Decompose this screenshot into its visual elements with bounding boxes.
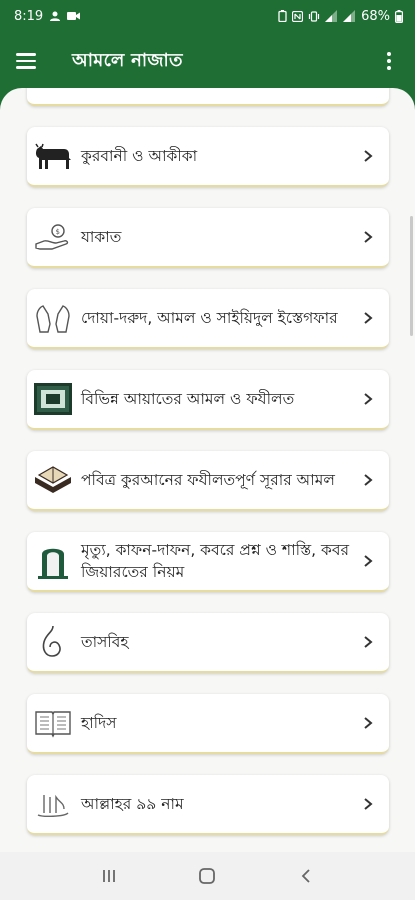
hamburger-icon-line — [16, 66, 36, 69]
list-item-label: যাকাত — [81, 228, 122, 246]
nfc-icon — [292, 10, 304, 22]
zakat-hand-coin-icon: $ — [33, 217, 73, 257]
list-item-label: বিভিন্ন আয়াতের আমল ও ফযীলত — [81, 390, 295, 408]
back-icon — [301, 869, 310, 883]
list-item-zakat[interactable]: $ যাকাত — [27, 208, 389, 268]
list-item-tasbih[interactable]: তাসবিহ — [27, 613, 389, 673]
open-quran-icon — [33, 460, 73, 500]
chevron-right-icon — [364, 798, 373, 810]
recent-apps-button[interactable] — [89, 856, 129, 896]
book-icon — [33, 703, 73, 743]
list-item-hadis[interactable]: হাদিস — [27, 694, 389, 754]
home-button[interactable] — [187, 856, 227, 896]
more-vert-icon-dot — [387, 66, 391, 70]
chevron-right-icon — [364, 231, 373, 243]
tasbih-icon — [33, 622, 73, 662]
list-item-allah-names[interactable]: আল্লাহর ৯৯ নাম — [27, 775, 389, 835]
status-bar: 8:19 68% — [0, 0, 415, 32]
signal-icon — [343, 10, 356, 22]
scrollbar[interactable] — [410, 216, 413, 336]
video-icon — [67, 12, 81, 20]
more-options-button[interactable] — [379, 49, 399, 73]
account-icon — [50, 11, 61, 21]
list-item-label: আল্লাহর ৯৯ নাম — [81, 795, 184, 813]
more-vert-icon-dot — [387, 59, 391, 63]
vibrate-icon — [308, 10, 320, 22]
list-item-label: দোয়া-দরুদ, আমল ও সাইয়িদুল ইস্তেগফার — [81, 309, 338, 327]
hamburger-icon — [16, 53, 36, 56]
chevron-right-icon — [364, 312, 373, 324]
list-item-qurbani[interactable]: কুরবানী ও আকীকা — [27, 127, 389, 187]
hamburger-icon-line — [16, 59, 36, 63]
list-item-label: হাদিস — [81, 714, 117, 732]
more-vert-icon — [387, 52, 391, 56]
list-item-surah[interactable]: পবিত্র কুরআনের ফযীলতপূর্ণ সূরার আমল — [27, 451, 389, 511]
battery-saver-icon — [278, 10, 287, 22]
battery-percent: 68% — [361, 8, 390, 24]
allah-calligraphy-icon — [33, 784, 73, 824]
system-nav-bar — [0, 852, 415, 900]
list-item-ayat[interactable]: বিভিন্ন আয়াতের আমল ও ফযীলত — [27, 370, 389, 430]
chevron-right-icon — [364, 393, 373, 405]
chevron-right-icon — [364, 555, 373, 567]
list-item-dua[interactable]: দোয়া-দরুদ, আমল ও সাইয়িদুল ইস্তেগফার — [27, 289, 389, 349]
menu-button[interactable] — [16, 49, 40, 73]
list-item-partial[interactable] — [27, 88, 389, 106]
recent-apps-icon — [103, 870, 116, 882]
list-item-label: কুরবানী ও আকীকা — [81, 147, 198, 165]
menu-list: কুরবানী ও আকীকা $ যাকাত দোয়া-দরুদ, আমল … — [0, 88, 415, 852]
list-item-label: মৃত্যু, কাফন-দাফন, কবরে প্রশ্ন ও শাস্তি,… — [81, 541, 350, 581]
list-item-death[interactable]: মৃত্যু, কাফন-দাফন, কবরে প্রশ্ন ও শাস্তি,… — [27, 532, 389, 592]
app-bar: আমলে নাজাত — [0, 32, 415, 90]
list-item-label: পবিত্র কুরআনের ফযীলতপূর্ণ সূরার আমল — [81, 471, 335, 489]
kaaba-frame-icon — [33, 379, 73, 419]
chevron-right-icon — [364, 636, 373, 648]
status-time: 8:19 — [14, 8, 44, 24]
chevron-right-icon — [364, 474, 373, 486]
praying-hands-icon — [33, 298, 73, 338]
app-title: আমলে নাজাত — [72, 49, 183, 71]
chevron-right-icon — [364, 717, 373, 729]
grave-icon — [33, 541, 73, 581]
cow-icon — [33, 136, 73, 176]
battery-icon — [395, 9, 403, 23]
list-item-label: তাসবিহ — [81, 633, 129, 651]
signal-icon — [325, 10, 338, 22]
chevron-right-icon — [364, 150, 373, 162]
home-icon — [199, 868, 216, 884]
svg-text:$: $ — [56, 228, 60, 236]
back-button[interactable] — [286, 856, 326, 896]
